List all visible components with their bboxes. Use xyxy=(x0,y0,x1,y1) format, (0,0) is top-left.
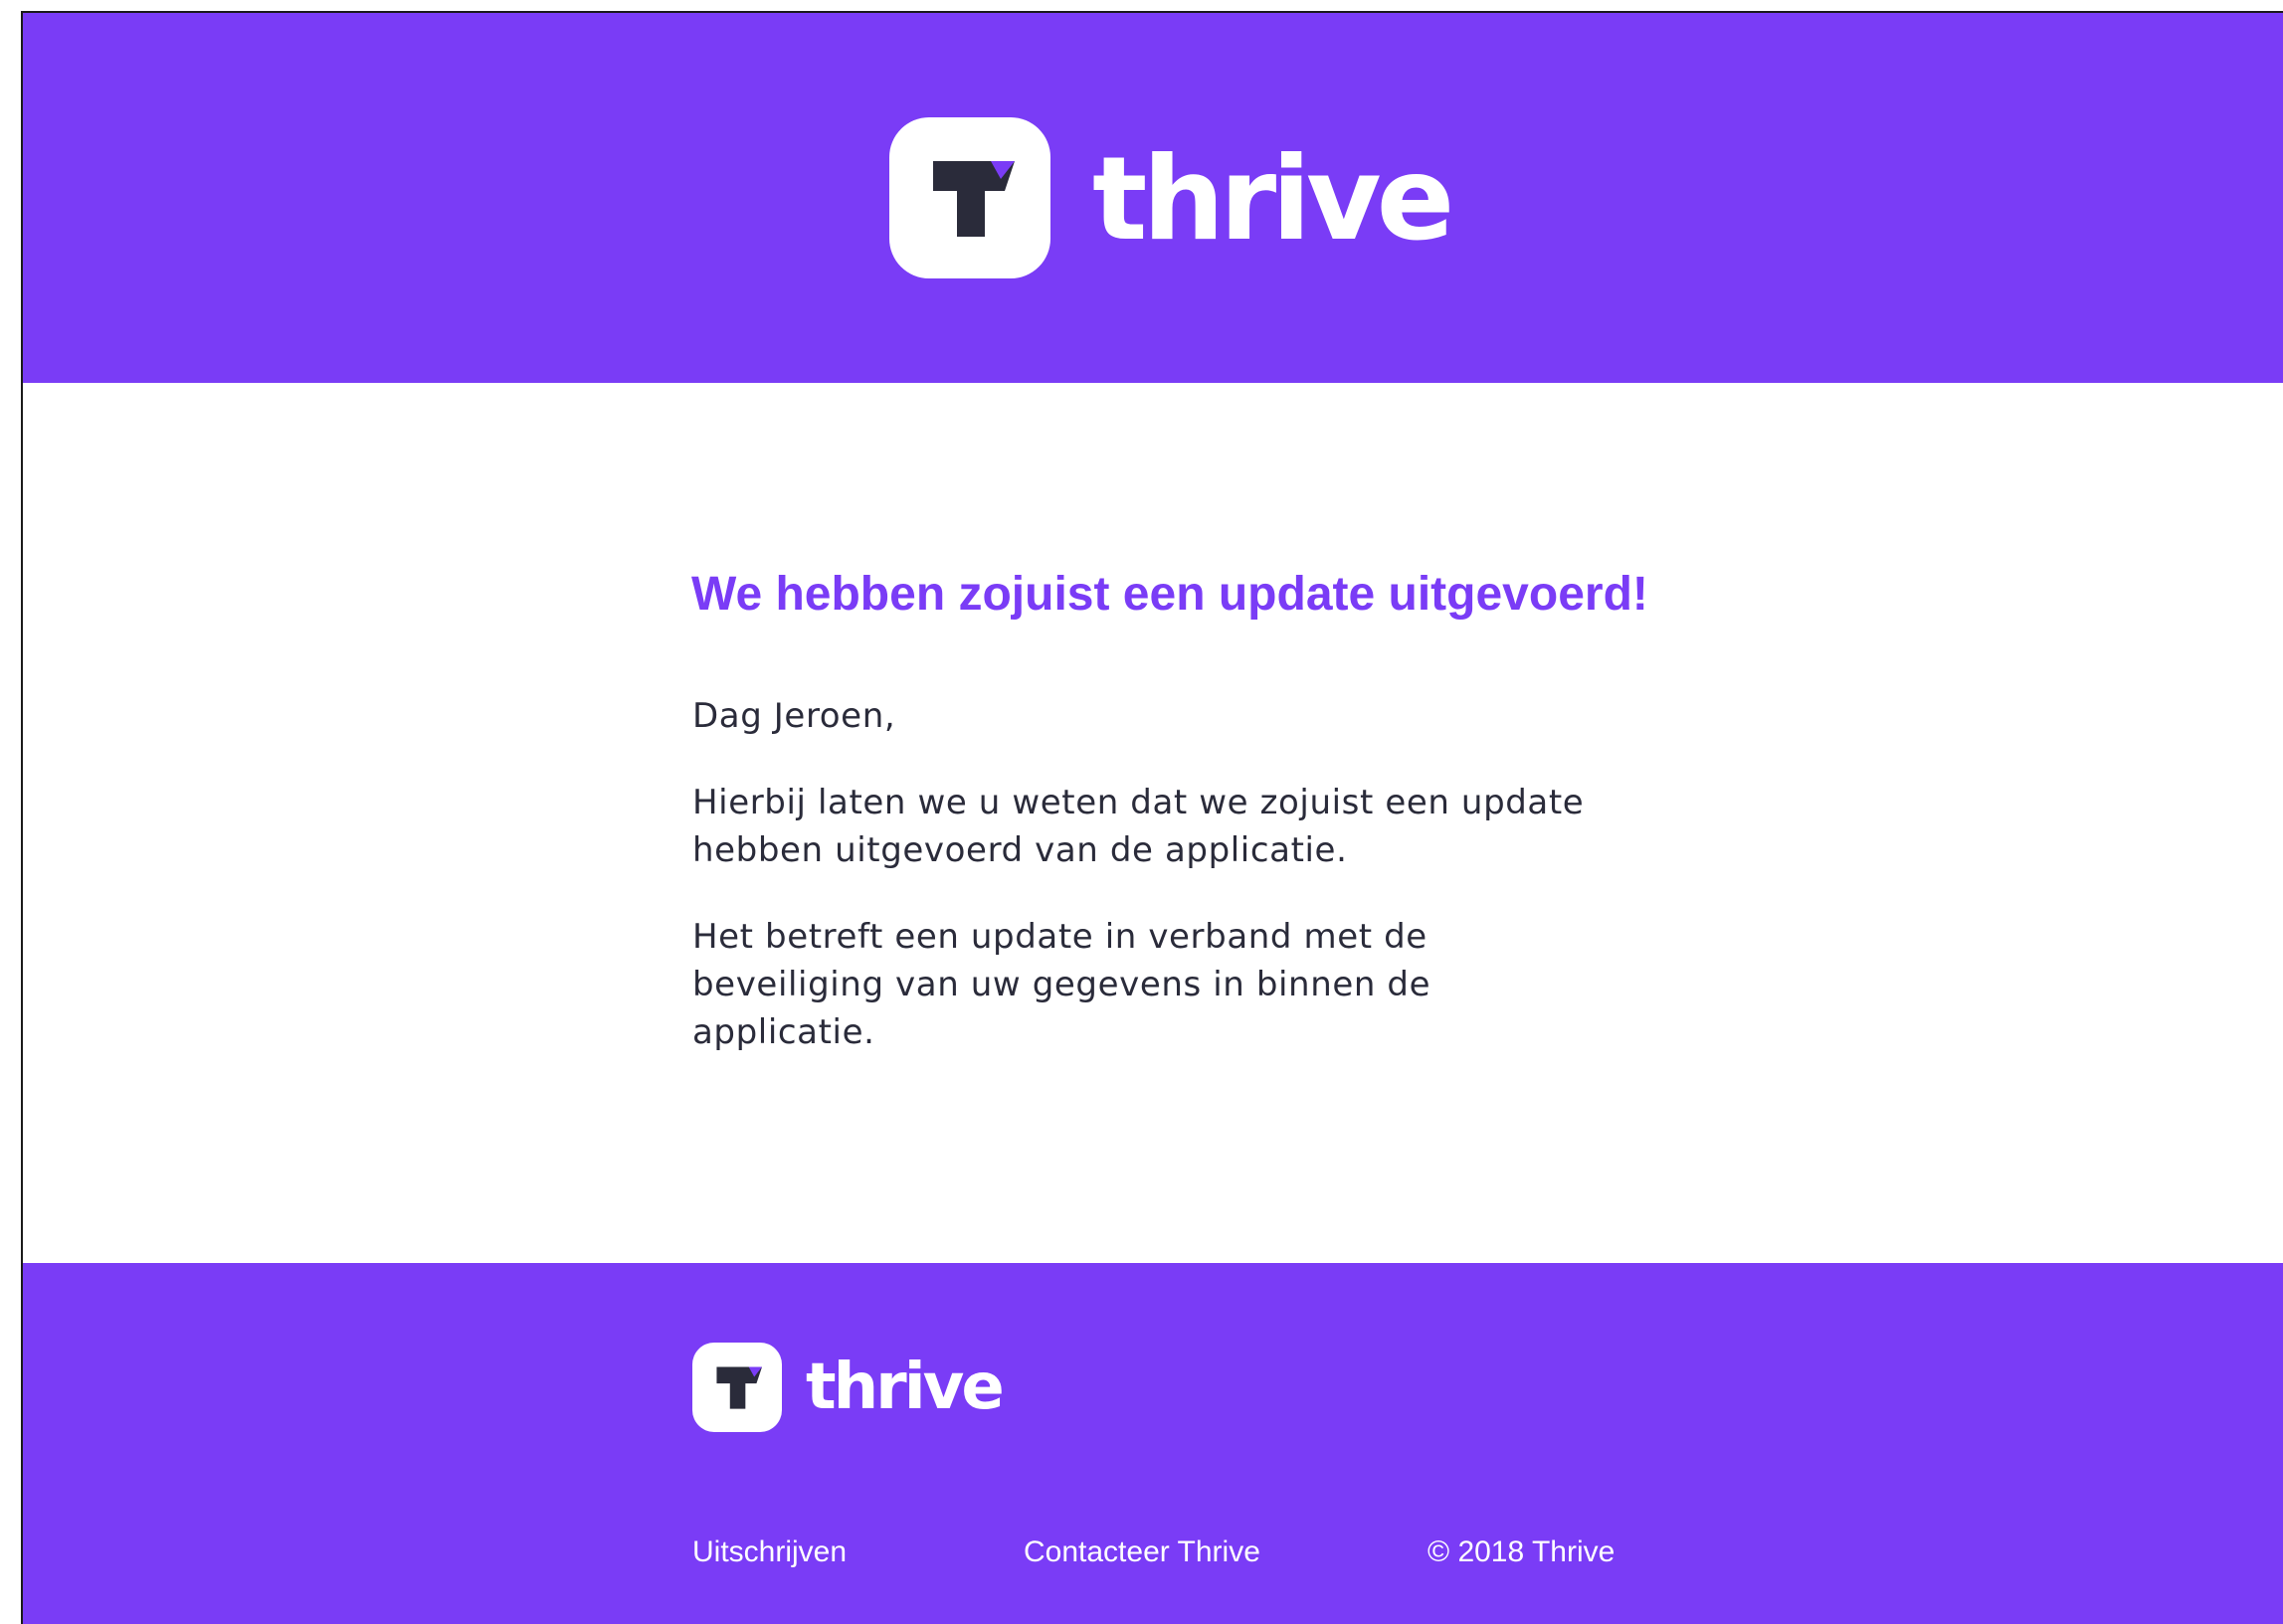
email-frame: thrive We hebben zojuist een update uitg… xyxy=(21,11,2283,1624)
email-footer: thrive Uitschrijven Contacteer Thrive © … xyxy=(23,1263,2283,1624)
contact-link[interactable]: Contacteer Thrive xyxy=(1024,1533,1260,1572)
security-paragraph: Het betreft een update in verband met de… xyxy=(692,917,1431,1052)
email-header: thrive xyxy=(23,13,2283,383)
update-paragraph: Hierbij laten we u weten dat we zojuist … xyxy=(692,783,1585,870)
logo-wordmark: thrive xyxy=(1092,132,1454,267)
email-title: We hebben zojuist een update uitgevoerd! xyxy=(691,568,1648,621)
email-body: We hebben zojuist een update uitgevoerd!… xyxy=(23,383,2283,1263)
greeting-text: Dag Jeroen, xyxy=(692,696,896,736)
thrive-logo-icon xyxy=(889,117,1050,278)
footer-logo-wordmark: thrive xyxy=(806,1351,1005,1424)
copyright-text: © 2018 Thrive xyxy=(1427,1535,1616,1568)
unsubscribe-link[interactable]: Uitschrijven xyxy=(692,1533,847,1572)
thrive-t-logo-icon xyxy=(933,161,1015,237)
thrive-t-logo-icon xyxy=(716,1366,762,1409)
footer-logo-icon xyxy=(692,1343,782,1432)
